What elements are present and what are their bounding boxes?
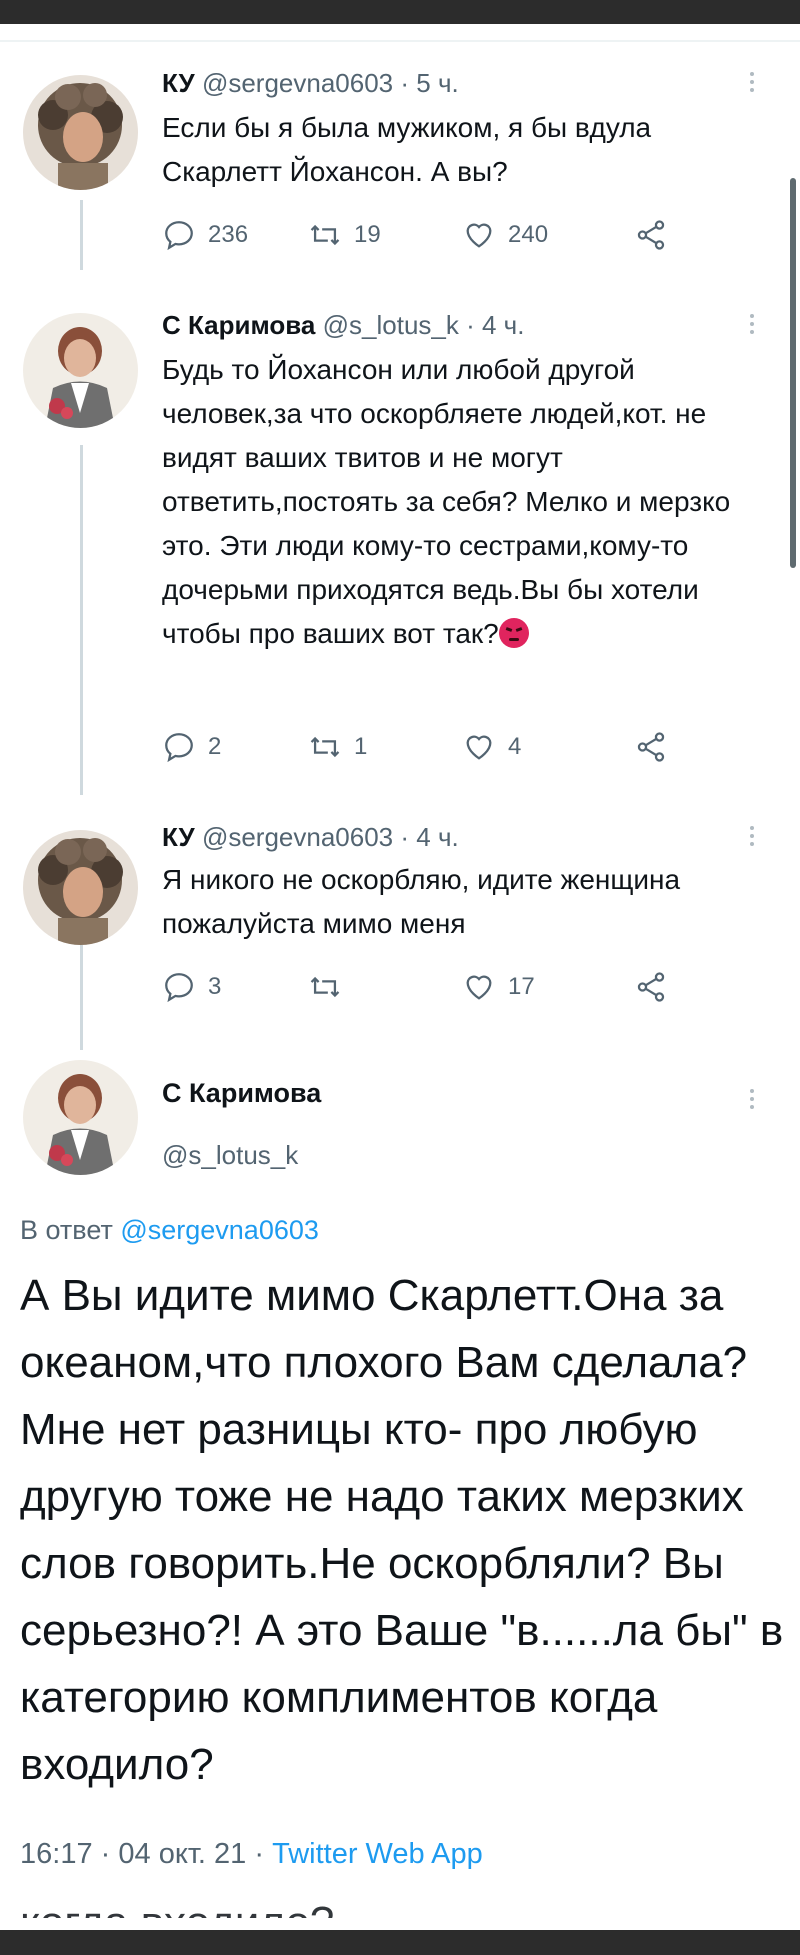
like-icon [466,223,492,248]
thread-line [80,200,83,270]
reply-count: 3 [208,973,222,1000]
share-icon [637,732,665,762]
retweet-button[interactable] [308,970,354,1004]
like-icon [466,975,492,1000]
tweet-header: КУ @sergevna0603 · 5 ч. [162,68,459,99]
share-button[interactable] [634,970,680,1004]
avatar[interactable] [23,1060,138,1175]
tweet-header: КУ @sergevna0603 · 4 ч. [162,822,459,853]
scrollbar[interactable] [790,178,796,568]
author-handle[interactable]: @s_lotus_k [162,1140,298,1171]
bottom-dark-bar [0,1930,800,1955]
reply-context: В ответ @sergevna0603 [20,1215,319,1246]
reply-count: 2 [208,733,222,760]
timestamp[interactable]: 5 ч. [416,68,458,98]
like-button[interactable]: 4 [462,730,521,764]
tweet-actions: 236 19 240 [162,218,722,258]
curly-hair-woman-avatar-icon [23,830,138,945]
avatar[interactable] [23,830,138,945]
separator: · [100,1838,111,1870]
reply-button[interactable]: 236 [162,218,248,252]
reply-icon [165,973,193,1003]
woman-with-flowers-avatar-icon [23,1060,138,1175]
more-icon[interactable] [750,68,758,96]
avatar[interactable] [23,75,138,190]
woman-with-flowers-avatar-icon [23,313,138,428]
tweet-date[interactable]: 04 окт. 21 [118,1838,246,1870]
reply-button[interactable]: 2 [162,730,221,764]
tweet-text: Если бы я была мужиком, я бы вдула Скарл… [162,112,652,187]
retweet-count: 19 [354,221,381,248]
avatar[interactable] [23,313,138,428]
share-button[interactable] [634,218,680,252]
author-handle[interactable]: @sergevna0603 [202,68,393,98]
separator: · [400,822,410,852]
tweet-text: Я никого не оскорбляю, идите женщина пож… [162,864,681,939]
author-name[interactable]: С Каримова [162,1078,321,1109]
reply-icon [165,221,193,251]
share-button[interactable] [634,730,680,764]
retweet-button[interactable]: 1 [308,730,367,764]
author-name[interactable]: КУ [162,68,195,98]
separator: · [466,310,475,340]
like-button[interactable]: 240 [462,218,548,252]
tweet-time[interactable]: 16:17 [20,1838,93,1870]
tweet-text: Будь то Йохансон или любой другой челове… [162,348,762,656]
tweet-source[interactable]: Twitter Web App [272,1838,483,1870]
reply-prefix: В ответ [20,1215,113,1245]
like-button[interactable]: 17 [462,970,535,1004]
curly-hair-woman-avatar-icon [23,75,138,190]
top-dark-bar [0,0,800,24]
reply-button[interactable]: 3 [162,970,221,1004]
angry-face-icon [498,618,529,648]
tweet-actions: 3 17 [162,970,722,1010]
like-icon [466,735,492,760]
retweet-icon [310,976,340,998]
share-icon [637,972,665,1002]
reply-count: 236 [208,221,249,248]
more-icon[interactable] [750,310,758,338]
timestamp[interactable]: 4 ч. [416,822,458,852]
retweet-icon [310,736,340,758]
tweet-text: А Вы идите мимо Скарлетт.Она за океаном,… [20,1271,784,1789]
tweet-meta: 16:17 · 04 окт. 21 · Twitter Web App [20,1838,483,1871]
author-handle[interactable]: @sergevna0603 [202,822,393,852]
tweet-actions: 2 1 4 [162,730,722,770]
more-icon[interactable] [750,822,758,850]
author-handle[interactable]: @s_lotus_k [323,310,459,340]
retweet-count: 1 [354,733,368,760]
separator: · [254,1838,265,1870]
timestamp[interactable]: 4 ч. [482,310,524,340]
author-name[interactable]: КУ [162,822,195,852]
retweet-button[interactable]: 19 [308,218,381,252]
like-count: 17 [508,973,535,1000]
retweet-icon [310,224,340,246]
reply-handle-link[interactable]: @sergevna0603 [120,1215,319,1245]
thread-line [80,945,83,1050]
separator: · [400,68,410,98]
like-count: 4 [508,733,522,760]
like-count: 240 [508,221,549,248]
tweet-header: С Каримова @s_lotus_k · 4 ч. [162,310,524,341]
tweet-text-body: Будь то Йохансон или любой другой челове… [162,354,731,649]
author-name[interactable]: С Каримова [162,310,315,340]
reply-icon [165,733,193,763]
thread-line [80,445,83,795]
more-icon[interactable] [750,1085,758,1113]
share-icon [637,220,665,250]
top-divider [0,40,800,42]
